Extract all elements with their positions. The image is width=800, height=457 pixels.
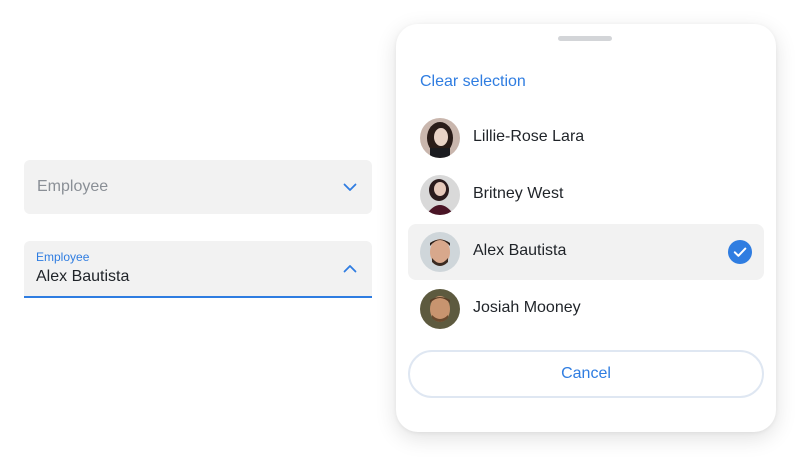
option-label: Alex Bautista [473, 242, 567, 259]
option-label: Britney West [473, 185, 564, 202]
sheet-drag-handle[interactable] [558, 36, 612, 41]
cancel-button[interactable]: Cancel [408, 350, 764, 398]
avatar [420, 289, 460, 329]
avatar [420, 232, 460, 272]
checkmark-icon [728, 240, 752, 264]
avatar [420, 118, 460, 158]
employee-select-open[interactable]: Employee Alex Bautista [24, 241, 372, 298]
option-josiah-mooney[interactable]: Josiah Mooney [408, 281, 764, 337]
chevron-up-icon [343, 264, 357, 272]
employee-placeholder: Employee [37, 178, 109, 195]
employee-bottom-sheet: Clear selection Lillie-Rose Lara Britney… [396, 24, 776, 432]
option-alex-bautista[interactable]: Alex Bautista [408, 224, 764, 280]
employee-field-label: Employee [36, 250, 90, 264]
employee-select-closed[interactable]: Employee [24, 160, 372, 214]
employee-field-value: Alex Bautista [36, 268, 130, 285]
clear-selection-link[interactable]: Clear selection [420, 73, 526, 91]
option-label: Lillie-Rose Lara [473, 128, 585, 145]
option-britney-west[interactable]: Britney West [408, 167, 764, 223]
option-label: Josiah Mooney [473, 299, 581, 316]
chevron-down-icon [343, 183, 357, 191]
option-lillie-rose-lara[interactable]: Lillie-Rose Lara [408, 110, 764, 166]
avatar [420, 175, 460, 215]
